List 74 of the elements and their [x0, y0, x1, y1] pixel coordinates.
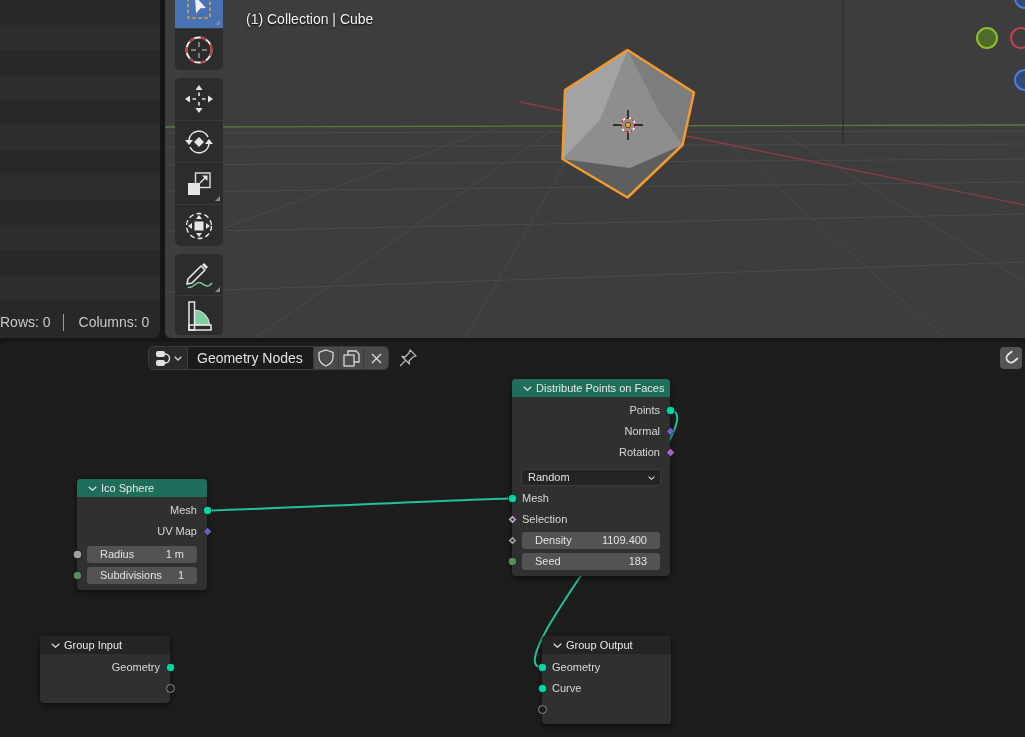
scale-square-icon	[187, 171, 211, 196]
pin-button[interactable]	[399, 349, 417, 367]
socket-icon[interactable]	[666, 448, 675, 457]
socket-icon[interactable]	[538, 663, 547, 672]
socket-label: Rotation	[619, 445, 660, 461]
origin-dot-icon	[625, 122, 631, 128]
socket-icon[interactable]	[508, 557, 517, 566]
socket-icon[interactable]	[666, 427, 675, 436]
socket-icon[interactable]	[73, 550, 82, 559]
node-card[interactable]: Ico Sphere Mesh UV Map Radius 1 m Subdivisions 1	[77, 479, 207, 590]
socket-label: Curve	[552, 681, 582, 697]
socket-label: UV Map	[157, 524, 197, 540]
socket-label: Normal	[624, 424, 660, 440]
pin-icon	[399, 349, 417, 367]
transform-circle-icon	[185, 211, 213, 240]
socket-label: Mesh	[170, 503, 197, 519]
annotate-tool-button[interactable]	[175, 254, 223, 295]
rotate-tool-button[interactable]	[175, 120, 223, 162]
close-button[interactable]	[363, 347, 388, 369]
magnet-icon	[1003, 350, 1019, 366]
node-title: Group Input	[64, 637, 123, 653]
socket-icon[interactable]	[508, 515, 517, 524]
socket-icon[interactable]	[73, 571, 82, 580]
socket-icon[interactable]	[166, 663, 175, 672]
cursor-tool-button[interactable]	[175, 28, 223, 70]
four-arrows-icon	[185, 85, 213, 113]
socket-icon[interactable]	[538, 684, 547, 693]
chevron-down-icon	[173, 355, 182, 361]
chevron-down-icon	[648, 475, 655, 480]
socket-label: Geometry	[552, 660, 601, 676]
row-count-text: Rows: 0	[0, 312, 51, 332]
duplicate-button[interactable]	[338, 347, 363, 369]
chevron-down-icon[interactable]	[51, 642, 60, 648]
transform-tool-button[interactable]	[175, 204, 223, 246]
measure-tool-button[interactable]	[175, 295, 223, 335]
number-field[interactable]: Density 1109.400	[522, 532, 660, 549]
snap-toggle-button[interactable]	[1000, 347, 1022, 369]
number-field[interactable]: Subdivisions 1	[87, 567, 197, 584]
socket-label: Selection	[522, 512, 568, 528]
chevron-down-icon[interactable]	[553, 642, 562, 648]
shield-button[interactable]	[313, 347, 338, 369]
select-box-tool-button[interactable]	[175, 0, 223, 28]
node-tree-icon	[154, 349, 172, 367]
mode-dropdown[interactable]: Random	[521, 469, 661, 486]
number-field[interactable]: Radius 1 m	[87, 546, 197, 563]
close-icon	[370, 352, 382, 364]
viewport-info-text: (1) Collection | Cube	[246, 10, 374, 29]
dashed-circle-crosshair-icon	[185, 35, 213, 64]
node-title: Group Output	[566, 637, 633, 653]
socket-icon[interactable]	[666, 406, 675, 415]
scale-tool-button[interactable]	[175, 162, 223, 204]
socket-label: Geometry	[111, 660, 160, 676]
rotate-arrows-icon	[185, 128, 213, 155]
socket-icon[interactable]	[508, 494, 517, 503]
node-card[interactable]: Group Input Geometry	[40, 636, 170, 703]
node-card[interactable]: Group Output Geometry Curve	[542, 636, 671, 724]
copy-icon	[342, 349, 360, 367]
socket-icon[interactable]	[508, 536, 517, 545]
node-card[interactable]: Distribute Points on Faces Points Normal Rotation Random Mesh Selection Density 1109.400 Seed 183	[512, 379, 670, 576]
select-box-icon	[186, 0, 212, 20]
column-count-text: Columns: 0	[78, 312, 150, 332]
cursor-crosshair-icon	[613, 110, 643, 140]
socket-label: Mesh	[522, 491, 549, 507]
pencil-wave-icon	[185, 260, 213, 289]
ruler-protractor-icon	[186, 300, 212, 331]
node-title: Ico Sphere	[101, 480, 155, 496]
move-tool-button[interactable]	[175, 78, 223, 120]
socket-label: Points	[629, 403, 660, 419]
number-field[interactable]: Seed 183	[522, 553, 660, 570]
node-title: Distribute Points on Faces	[536, 380, 665, 396]
shield-icon	[318, 349, 334, 367]
navigation-gizmo-icon[interactable]	[975, 0, 1025, 92]
editor-type-button[interactable]	[149, 347, 187, 369]
socket-icon[interactable]	[203, 506, 212, 515]
